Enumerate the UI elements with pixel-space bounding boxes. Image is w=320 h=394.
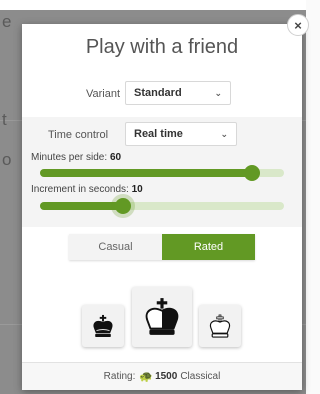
time-control-label: Time control xyxy=(48,129,109,141)
minutes-per-side-label: Minutes per side: 60 xyxy=(31,152,122,163)
increment-slider[interactable] xyxy=(40,198,284,214)
play-random-color-button[interactable] xyxy=(132,287,192,347)
minutes-slider[interactable] xyxy=(40,165,284,181)
background-header-strip xyxy=(0,0,306,10)
rating-footer: Rating: 🐢 1500 Classical xyxy=(22,362,302,390)
time-control-select[interactable]: Real time ⌄ xyxy=(125,122,237,146)
rating-value: 1500 xyxy=(155,371,178,382)
chevron-down-icon: ⌄ xyxy=(220,128,228,139)
rated-mode-button[interactable]: Rated xyxy=(162,234,255,260)
background-fragment: e xyxy=(2,12,12,31)
variant-label: Variant xyxy=(86,88,121,100)
minutes-slider-fill xyxy=(40,169,252,177)
variant-value: Standard xyxy=(134,87,182,99)
time-control-value: Real time xyxy=(134,128,183,140)
black-king-icon xyxy=(93,314,113,338)
play-with-friend-dialog: Play with a friend Variant Standard ⌄ Ti… xyxy=(22,24,302,390)
minutes-slider-handle[interactable] xyxy=(244,165,260,181)
increment-slider-handle[interactable] xyxy=(115,198,131,214)
turtle-icon: 🐢 xyxy=(139,371,154,383)
white-king-icon xyxy=(209,314,231,338)
random-king-icon xyxy=(145,298,179,335)
variant-select[interactable]: Standard ⌄ xyxy=(125,81,231,105)
increment-label: Increment in seconds: 10 xyxy=(31,184,143,195)
background-fragment: t xyxy=(2,110,7,129)
game-mode-toggle: Casual Rated xyxy=(69,234,255,260)
increment-value: 10 xyxy=(131,184,143,195)
close-icon[interactable]: × xyxy=(287,14,309,36)
background-fragment: o xyxy=(2,150,12,169)
play-as-white-button[interactable] xyxy=(199,305,241,347)
increment-slider-fill xyxy=(40,202,123,210)
rating-category: Classical xyxy=(180,371,221,382)
play-as-black-button[interactable] xyxy=(82,305,124,347)
casual-mode-button[interactable]: Casual xyxy=(69,234,162,260)
rating-prefix: Rating: xyxy=(103,371,136,382)
minutes-per-side-value: 60 xyxy=(109,152,122,163)
chevron-down-icon: ⌄ xyxy=(214,87,222,98)
dialog-title: Play with a friend xyxy=(85,36,239,58)
